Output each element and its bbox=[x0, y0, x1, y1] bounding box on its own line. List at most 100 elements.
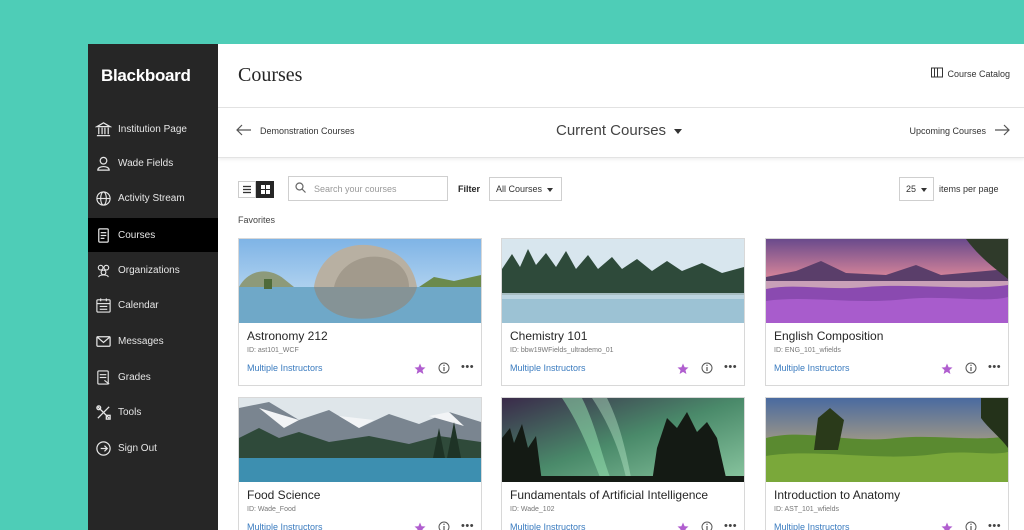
sidebar-item-label: Grades bbox=[118, 371, 151, 383]
course-id: ID: Wade_Food bbox=[247, 506, 296, 513]
tools-icon bbox=[94, 403, 112, 421]
favorite-star-icon[interactable] bbox=[414, 363, 426, 375]
sidebar-item-grades[interactable]: Grades bbox=[88, 360, 218, 394]
current-term-label: Current Courses bbox=[556, 122, 667, 139]
caret-down-icon bbox=[921, 184, 928, 194]
sidebar-item-label: Organizations bbox=[118, 264, 180, 276]
sidebar-item-sign-out[interactable]: Sign Out bbox=[88, 431, 218, 465]
more-options-icon[interactable]: ••• bbox=[988, 362, 1001, 373]
instructors-link[interactable]: Multiple Instructors bbox=[247, 363, 323, 373]
next-term-link[interactable]: Upcoming Courses bbox=[909, 124, 1010, 138]
course-image bbox=[239, 239, 481, 323]
main-content: Courses Course Catalog Demonstration Cou… bbox=[218, 44, 1024, 530]
search-icon bbox=[295, 180, 306, 198]
favorites-heading: Favorites bbox=[238, 215, 276, 225]
info-icon[interactable] bbox=[701, 521, 713, 530]
course-card[interactable]: English Composition ID: ENG_101_wfields … bbox=[765, 238, 1009, 386]
caret-down-icon bbox=[674, 122, 683, 139]
instructors-link[interactable]: Multiple Instructors bbox=[247, 522, 323, 530]
user-icon bbox=[94, 154, 112, 172]
search-input[interactable] bbox=[314, 183, 434, 194]
course-card[interactable]: Fundamentals of Artificial Intelligence … bbox=[501, 397, 745, 530]
course-id: ID: bbw19WFields_ultrademo_01 bbox=[510, 347, 614, 354]
favorite-star-icon[interactable] bbox=[677, 363, 689, 375]
page-title: Courses bbox=[238, 64, 303, 86]
filter-dropdown[interactable]: All Courses bbox=[489, 177, 562, 201]
sidebar-item-courses[interactable]: Courses bbox=[88, 218, 218, 252]
info-icon[interactable] bbox=[438, 362, 450, 374]
course-title[interactable]: Introduction to Anatomy bbox=[774, 488, 900, 502]
next-term-label: Upcoming Courses bbox=[909, 126, 986, 136]
arrow-right-icon bbox=[994, 124, 1010, 138]
course-id: ID: Wade_102 bbox=[510, 506, 555, 513]
course-title[interactable]: English Composition bbox=[774, 329, 883, 343]
course-catalog-link[interactable]: Course Catalog bbox=[931, 67, 1010, 80]
sidebar-item-wade-fields[interactable]: Wade Fields bbox=[88, 146, 218, 180]
envelope-icon bbox=[94, 332, 112, 350]
instructors-link[interactable]: Multiple Instructors bbox=[774, 363, 850, 373]
course-card[interactable]: Chemistry 101 ID: bbw19WFields_ultrademo… bbox=[501, 238, 745, 386]
more-options-icon[interactable]: ••• bbox=[461, 362, 474, 373]
brand-logo[interactable]: Blackboard bbox=[88, 44, 218, 108]
course-title[interactable]: Chemistry 101 bbox=[510, 329, 587, 343]
sidebar-item-organizations[interactable]: Organizations bbox=[88, 253, 218, 287]
list-icon bbox=[242, 181, 252, 199]
arrow-left-icon bbox=[236, 124, 252, 138]
page-header: Courses Course Catalog bbox=[218, 44, 1024, 108]
bank-icon bbox=[94, 120, 112, 138]
info-icon[interactable] bbox=[965, 521, 977, 530]
favorite-star-icon[interactable] bbox=[677, 522, 689, 530]
sign-out-icon bbox=[94, 439, 112, 457]
more-options-icon[interactable]: ••• bbox=[724, 362, 737, 373]
sidebar-item-messages[interactable]: Messages bbox=[88, 324, 218, 358]
course-image bbox=[502, 239, 744, 323]
grid-icon bbox=[260, 181, 270, 199]
course-catalog-label: Course Catalog bbox=[947, 68, 1010, 79]
sidebar-item-label: Activity Stream bbox=[118, 192, 185, 204]
term-navigation: Demonstration Courses Current Courses Up… bbox=[218, 108, 1024, 158]
previous-term-link[interactable]: Demonstration Courses bbox=[236, 124, 355, 138]
course-card[interactable]: Introduction to Anatomy ID: AST_101_wfie… bbox=[765, 397, 1009, 530]
sidebar-item-activity-stream[interactable]: Activity Stream bbox=[88, 181, 218, 215]
filter-value: All Courses bbox=[496, 184, 543, 194]
grades-icon bbox=[94, 368, 112, 386]
list-view-button[interactable] bbox=[238, 181, 256, 198]
more-options-icon[interactable]: ••• bbox=[988, 521, 1001, 530]
items-per-page-label: items per page bbox=[939, 184, 999, 194]
instructors-link[interactable]: Multiple Instructors bbox=[510, 522, 586, 530]
favorite-star-icon[interactable] bbox=[414, 522, 426, 530]
more-options-icon[interactable]: ••• bbox=[461, 521, 474, 530]
more-options-icon[interactable]: ••• bbox=[724, 521, 737, 530]
info-icon[interactable] bbox=[701, 362, 713, 374]
favorite-star-icon[interactable] bbox=[941, 522, 953, 530]
course-title[interactable]: Food Science bbox=[247, 488, 320, 502]
globe-icon bbox=[94, 189, 112, 207]
course-image bbox=[766, 239, 1008, 323]
view-toggle bbox=[238, 181, 274, 198]
calendar-icon bbox=[94, 296, 112, 314]
sidebar-item-calendar[interactable]: Calendar bbox=[88, 288, 218, 322]
caret-down-icon bbox=[547, 184, 554, 194]
course-card[interactable]: Food Science ID: Wade_Food Multiple Inst… bbox=[238, 397, 482, 530]
course-image bbox=[766, 398, 1008, 482]
sidebar-item-tools[interactable]: Tools bbox=[88, 395, 218, 429]
sidebar-item-label: Messages bbox=[118, 335, 164, 347]
favorite-star-icon[interactable] bbox=[941, 363, 953, 375]
course-title[interactable]: Astronomy 212 bbox=[247, 329, 328, 343]
course-title[interactable]: Fundamentals of Artificial Intelligence bbox=[510, 488, 708, 502]
filter-label: Filter bbox=[458, 184, 481, 194]
grid-view-button[interactable] bbox=[256, 181, 274, 198]
app-window: Blackboard Institution Page Wade Fields … bbox=[88, 44, 1024, 530]
items-per-page-dropdown[interactable]: 25 bbox=[899, 177, 934, 201]
instructors-link[interactable]: Multiple Instructors bbox=[774, 522, 850, 530]
course-toolbar: Filter All Courses 25 items per page bbox=[218, 174, 1024, 204]
info-icon[interactable] bbox=[438, 521, 450, 530]
sidebar-item-label: Tools bbox=[118, 406, 142, 418]
sidebar-item-institution-page[interactable]: Institution Page bbox=[88, 112, 218, 146]
current-term-dropdown[interactable]: Current Courses bbox=[556, 122, 683, 139]
course-image bbox=[239, 398, 481, 482]
instructors-link[interactable]: Multiple Instructors bbox=[510, 363, 586, 373]
info-icon[interactable] bbox=[965, 362, 977, 374]
course-card[interactable]: Astronomy 212 ID: ast101_WCF Multiple In… bbox=[238, 238, 482, 386]
book-icon bbox=[94, 226, 112, 244]
